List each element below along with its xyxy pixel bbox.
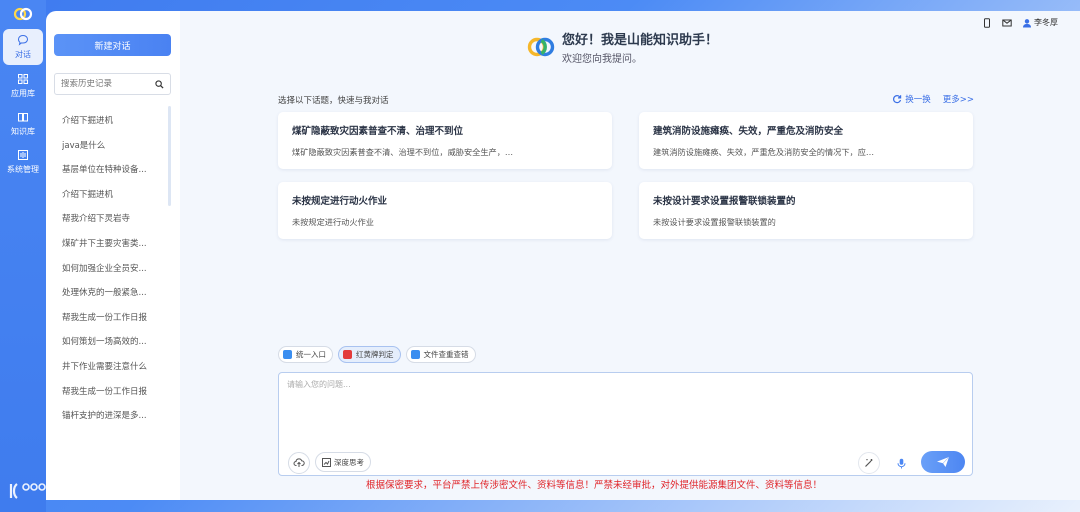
history-item[interactable]: 帮我生成一份工作日报 — [62, 380, 162, 405]
send-icon — [937, 456, 950, 467]
chip-file-check[interactable]: 文件查重查错 — [405, 346, 476, 363]
topic-card-title: 未按设计要求设置报警联锁装置的 — [653, 196, 796, 207]
more-topics-link[interactable]: 更多>> — [943, 93, 974, 105]
topic-card-desc: 未按规定进行动火作业 — [292, 217, 374, 227]
greeting-subtitle: 欢迎您向我提问。 — [562, 54, 642, 65]
history-item[interactable]: java是什么 — [62, 134, 162, 159]
history-item[interactable]: 锚杆支护的进深是多... — [62, 404, 162, 429]
top-toolbar: 李冬厚 — [982, 17, 1058, 28]
rail-item-knowledge[interactable]: 知识库 — [3, 106, 43, 142]
microphone-icon — [897, 458, 905, 468]
topics-heading: 选择以下话题，快速与我对话 — [278, 96, 389, 106]
rail-item-chat[interactable]: 对话 — [3, 29, 43, 65]
history-item[interactable]: 介绍下掘进机 — [62, 109, 162, 134]
history-item[interactable]: 如何加强企业全员安... — [62, 257, 162, 282]
magic-wand-icon — [865, 459, 873, 467]
rail-item-label: 知识库 — [11, 127, 35, 136]
rail-item-apps[interactable]: 应用库 — [3, 68, 43, 104]
chip-red-yellow-card[interactable]: 红黄牌判定 — [338, 346, 401, 363]
file-check-icon — [410, 350, 420, 359]
mode-chips: 统一入口 红黄牌判定 文件查重查错 — [278, 346, 476, 363]
settings-icon — [18, 150, 28, 160]
deep-think-label: 深度思考 — [334, 457, 364, 467]
topic-card[interactable]: 未按规定进行动火作业 未按规定进行动火作业 — [278, 182, 612, 239]
refresh-icon — [893, 95, 902, 104]
history-sidebar: 新建对话 介绍下掘进机 java是什么 基层单位在特种设备... 介绍下掘进机 … — [46, 11, 180, 500]
topic-actions: 换一换 更多>> — [892, 93, 974, 105]
history-scrollbar[interactable] — [168, 106, 171, 206]
topic-card-title: 煤矿隐蔽致灾因素普查不清、治理不到位 — [292, 126, 464, 137]
history-item[interactable]: 煤矿井下主要灾害类... — [62, 232, 162, 257]
search-icon[interactable] — [155, 79, 164, 89]
refresh-label: 换一换 — [905, 95, 931, 105]
watermark-logo-icon — [9, 483, 46, 499]
magic-wand-button[interactable] — [858, 452, 880, 474]
rail-item-settings[interactable]: 系统管理 — [3, 144, 43, 180]
rail-item-label: 对话 — [15, 50, 31, 59]
watermark-text: 大数跨境 — [50, 482, 126, 503]
history-item[interactable]: 井下作业需要注意什么 — [62, 355, 162, 380]
chat-icon — [17, 34, 29, 46]
refresh-topics-button[interactable]: 换一换 — [892, 93, 931, 105]
upload-icon — [293, 458, 305, 467]
card-icon — [343, 350, 352, 359]
history-item[interactable]: 介绍下掘进机 — [62, 183, 162, 208]
watermark: 大数跨境 — [8, 478, 126, 504]
main-panel: 李冬厚 您好！我是山能知识助手！ 欢迎您向我提问。 选择以下话题，快速与我对话 … — [180, 11, 1080, 500]
topic-card-title: 未按规定进行动火作业 — [292, 196, 388, 207]
mail-icon[interactable] — [1002, 18, 1012, 28]
chip-label: 文件查重查错 — [423, 350, 469, 359]
user-name: 李冬厚 — [1034, 18, 1058, 27]
chip-label: 红黄牌判定 — [356, 350, 394, 359]
send-button[interactable] — [921, 451, 965, 473]
history-search-input[interactable] — [61, 79, 153, 89]
history-item[interactable]: 帮我介绍下灵岩寺 — [62, 207, 162, 232]
topic-card-desc: 未按设计要求设置报警联锁装置的 — [653, 217, 776, 227]
rail-item-label: 应用库 — [11, 89, 35, 98]
app-logo-icon — [13, 7, 33, 21]
topic-card-desc: 建筑消防设施瘫痪、失效，严重危及消防安全的情况下，应… — [653, 147, 875, 157]
grid-icon — [18, 74, 28, 84]
topic-card-title: 建筑消防设施瘫痪、失效，严重危及消防安全 — [653, 126, 844, 137]
topic-card[interactable]: 建筑消防设施瘫痪、失效，严重危及消防安全 建筑消防设施瘫痪、失效，严重危及消防安… — [639, 112, 973, 169]
topic-card-desc: 煤矿隐蔽致灾因素普查不清、治理不到位，威胁安全生产，… — [292, 147, 514, 157]
history-item[interactable]: 如何策划一场高效的... — [62, 330, 162, 355]
deep-think-icon — [322, 457, 331, 467]
topic-card[interactable]: 未按设计要求设置报警联锁装置的 未按设计要求设置报警联锁装置的 — [639, 182, 973, 239]
greeting-title: 您好！我是山能知识助手！ — [562, 33, 719, 48]
history-search — [54, 73, 171, 95]
history-item[interactable]: 处理休克的一般紧急... — [62, 281, 162, 306]
confidentiality-notice: 根据保密要求，平台严禁上传涉密文件、资料等信息！严禁未经审批，对外提供能源集团文… — [366, 480, 823, 491]
history-list: 介绍下掘进机 java是什么 基层单位在特种设备... 介绍下掘进机 帮我介绍下… — [62, 109, 162, 429]
history-item[interactable]: 基层单位在特种设备... — [62, 158, 162, 183]
rail-item-label: 系统管理 — [7, 165, 39, 174]
topic-card[interactable]: 煤矿隐蔽致灾因素普查不清、治理不到位 煤矿隐蔽致灾因素普查不清、治理不到位，威胁… — [278, 112, 612, 169]
book-icon — [18, 113, 28, 122]
entry-icon — [283, 350, 292, 359]
chat-input[interactable] — [287, 379, 957, 439]
deep-think-button[interactable]: 深度思考 — [315, 452, 371, 472]
chip-label: 统一入口 — [296, 350, 326, 359]
nav-rail: 对话 应用库 知识库 系统管理 — [0, 0, 46, 512]
assistant-logo-icon — [527, 37, 555, 57]
phone-icon[interactable] — [982, 17, 992, 28]
user-icon — [1023, 18, 1031, 27]
upload-button[interactable] — [288, 452, 310, 474]
chat-input-box: 深度思考 — [278, 372, 973, 476]
user-menu[interactable]: 李冬厚 — [1022, 17, 1058, 28]
new-chat-button[interactable]: 新建对话 — [54, 34, 171, 56]
history-item[interactable]: 帮我生成一份工作日报 — [62, 306, 162, 331]
chip-unified-entry[interactable]: 统一入口 — [278, 346, 333, 363]
voice-button[interactable] — [890, 452, 912, 474]
greeting: 您好！我是山能知识助手！ 欢迎您向我提问。 — [526, 29, 718, 65]
